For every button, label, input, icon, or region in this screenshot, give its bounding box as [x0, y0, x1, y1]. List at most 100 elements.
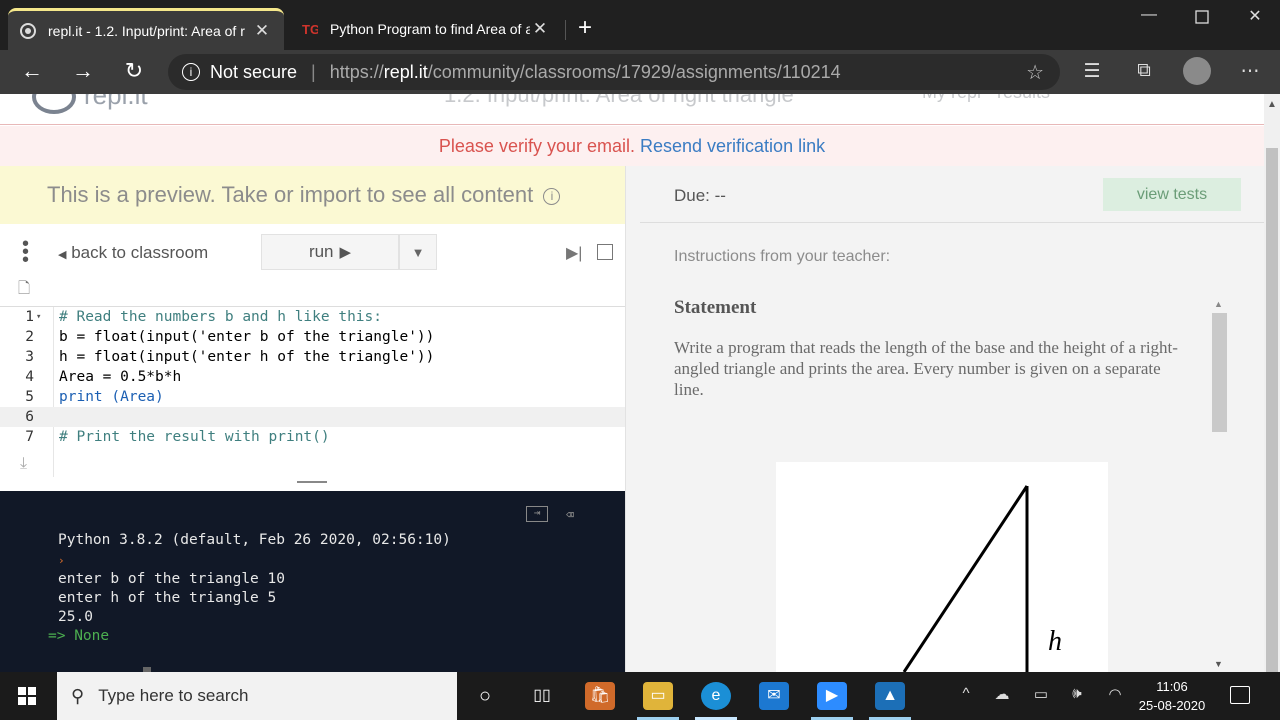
due-date: Due: -- — [674, 186, 726, 205]
preview-text: This is a preview. Take or import to see… — [47, 182, 534, 207]
tab-title: Python Program to find Area of a — [330, 21, 530, 37]
tab-divider — [565, 20, 566, 40]
console-output: 25.0 — [58, 609, 93, 625]
address-bar-row: ← → ↻ i Not secure | https://repl.it/com… — [0, 50, 1280, 94]
scroll-thumb[interactable] — [1266, 148, 1278, 672]
code-line[interactable]: 1 ▾ # Read the numbers b and h like this: — [0, 307, 625, 327]
statement-heading: Statement — [674, 297, 757, 318]
info-icon[interactable]: i — [543, 187, 561, 205]
scroll-up-icon[interactable]: ▲ — [1267, 99, 1277, 110]
preview-banner: This is a preview. Take or import to see… — [0, 166, 625, 224]
code-line[interactable]: 2 b = float(input('enter b of the triang… — [0, 327, 625, 347]
maximize-button[interactable] — [1187, 10, 1217, 29]
code-line-active[interactable]: 6 — [0, 407, 625, 427]
mail-icon[interactable]: ✉ — [759, 682, 789, 710]
run-dropdown-button[interactable]: ▼ — [399, 234, 437, 270]
info-icon[interactable]: i — [182, 63, 200, 81]
windows-start-icon[interactable] — [18, 687, 36, 705]
tab-title: repl.it - 1.2. Input/print: Area of r — [48, 22, 245, 39]
prompt-icon: › — [58, 554, 65, 567]
battery-icon[interactable]: ▭ — [1030, 685, 1052, 703]
play-icon: ▶ — [339, 244, 352, 261]
kebab-menu-icon[interactable]: • • • — [22, 234, 34, 270]
console-wrap-icon[interactable]: ⇥ — [526, 506, 548, 522]
view-tests-button[interactable]: view tests — [1103, 178, 1241, 211]
new-file-icon[interactable]: 🗋 — [18, 278, 30, 303]
tg-favicon-icon: TG — [302, 21, 320, 37]
favorites-list-icon[interactable]: ☰ — [1078, 60, 1106, 83]
statement-body: Write a program that reads the length of… — [674, 338, 1178, 399]
security-label[interactable]: Not secure — [210, 62, 297, 83]
pane-resize-handle[interactable] — [297, 481, 327, 483]
search-icon: ⚲ — [71, 685, 85, 706]
refresh-icon[interactable]: ↻ — [119, 58, 149, 84]
instructions-scrollbar[interactable]: ▲ ▼ — [1211, 299, 1227, 672]
url-input[interactable]: i Not secure | https://repl.it/community… — [168, 54, 1060, 90]
onedrive-icon[interactable]: ☁ — [990, 685, 1014, 703]
file-explorer-icon[interactable]: ▭ — [643, 682, 673, 710]
code-line[interactable]: 3 h = float(input('enter h of the triang… — [0, 347, 625, 367]
code-line[interactable]: 4 Area = 0.5*b*h — [0, 367, 625, 387]
code-line[interactable]: 5 print (Area) — [0, 387, 625, 407]
console-output: enter h of the triangle 5 — [58, 590, 277, 606]
console-input-line[interactable]: › — [58, 646, 152, 672]
verify-email-banner: Please verify your email. Resend verific… — [0, 126, 1264, 166]
minimize-button[interactable]: — — [1134, 6, 1164, 24]
profile-avatar[interactable] — [1183, 57, 1211, 85]
height-label: h — [1048, 626, 1062, 657]
step-forward-icon[interactable]: ▶| — [566, 243, 582, 263]
replit-favicon-icon — [20, 22, 36, 39]
notifications-icon[interactable] — [1230, 686, 1250, 704]
instructions-label: Instructions from your teacher: — [674, 248, 891, 265]
code-line[interactable]: 7 # Print the result with print() — [0, 427, 625, 447]
scroll-down-icon[interactable]: ▼ — [1214, 659, 1223, 669]
run-button[interactable]: run ▶ — [261, 234, 399, 270]
taskbar: ⚲ Type here to search ○ ▯▯ 🛍 ▭ e ✉ ▶ ▲ ^… — [0, 672, 1280, 720]
scroll-thumb[interactable] — [1212, 313, 1227, 432]
caret-left-icon: ◀ — [58, 249, 67, 261]
code-editor[interactable]: 1 ▾ # Read the numbers b and h like this:… — [0, 306, 625, 477]
svg-text:TG: TG — [302, 22, 318, 37]
photos-icon[interactable]: ▲ — [875, 682, 905, 710]
edge-browser-icon[interactable]: e — [701, 682, 731, 710]
task-view-icon[interactable]: ▯▯ — [527, 682, 557, 710]
more-menu-icon[interactable]: ⋯ — [1236, 60, 1264, 83]
forward-arrow-icon[interactable]: → — [68, 58, 98, 84]
taskbar-search-input[interactable]: ⚲ Type here to search — [57, 672, 457, 720]
tab-replit[interactable]: repl.it - 1.2. Input/print: Area of r ✕ — [8, 8, 284, 50]
favorite-star-icon[interactable]: ☆ — [1026, 60, 1044, 85]
back-to-classroom-link[interactable]: ◀ back to classroom — [58, 243, 208, 263]
expand-icon[interactable] — [597, 244, 613, 260]
clear-console-icon[interactable]: ⌫ — [566, 508, 574, 523]
wifi-icon[interactable]: ◠ — [1104, 685, 1126, 703]
download-icon[interactable]: ⤓ — [20, 453, 27, 473]
close-tab-icon[interactable]: ✕ — [530, 19, 550, 39]
console-version: Python 3.8.2 (default, Feb 26 2020, 02:5… — [58, 532, 451, 548]
page-scrollbar[interactable]: ▲ — [1264, 94, 1280, 672]
replit-logo-icon[interactable] — [32, 94, 76, 114]
clock-date: 25-08-2020 — [1138, 698, 1206, 713]
system-clock[interactable]: 11:06 25-08-2020 — [1137, 677, 1207, 715]
scroll-up-icon[interactable]: ▲ — [1214, 299, 1223, 309]
zoom-icon[interactable]: ▶ — [817, 682, 847, 710]
console-panel[interactable]: ⇥ ⌫ Python 3.8.2 (default, Feb 26 2020, … — [0, 491, 625, 672]
close-tab-icon[interactable]: ✕ — [252, 21, 272, 41]
console-result: => None — [48, 628, 110, 644]
logo-text: repl.it — [84, 94, 148, 110]
store-icon[interactable]: 🛍 — [585, 682, 615, 710]
back-arrow-icon[interactable]: ← — [17, 58, 47, 84]
divider — [640, 222, 1265, 223]
console-output: enter b of the triangle 10 — [58, 571, 285, 587]
tray-chevron-icon[interactable]: ^ — [958, 685, 974, 702]
url-text[interactable]: https://repl.it/community/classrooms/179… — [330, 62, 841, 83]
new-tab-button[interactable]: + — [572, 14, 598, 42]
collections-icon[interactable]: ⧉ — [1130, 60, 1158, 82]
url-separator: | — [311, 61, 316, 82]
cortana-icon[interactable]: ○ — [470, 682, 500, 710]
window-close-button[interactable]: ✕ — [1240, 6, 1270, 26]
triangle-figure: h — [776, 462, 1108, 672]
volume-icon[interactable]: 🕪 — [1066, 685, 1088, 702]
tab-python-program[interactable]: TG Python Program to find Area of a ✕ — [290, 8, 562, 50]
site-header: repl.it 1.2. Input/print: Area of right … — [0, 94, 1264, 125]
resend-verification-link[interactable]: Resend verification link — [640, 136, 825, 156]
